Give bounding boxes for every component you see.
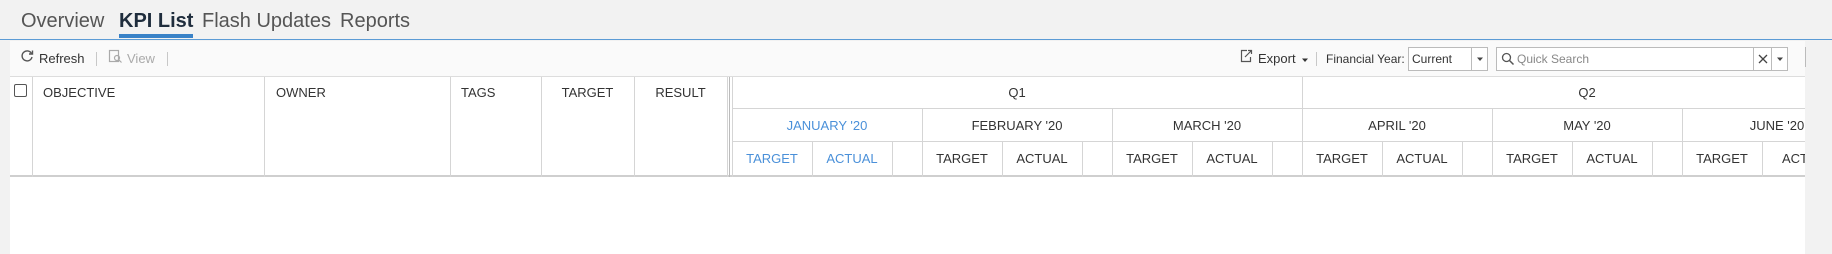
subcolumn-actual[interactable]: ACTUAL [1192,151,1272,166]
row-divider [732,108,1805,109]
caret-down-icon [1301,49,1309,69]
search-input[interactable] [1517,49,1717,69]
subcolumn-actual[interactable]: ACTUAL [812,151,892,166]
month-header-january: JANUARY '20 [786,118,868,133]
financial-year-select[interactable]: Current [1408,47,1488,71]
month-header-march: MARCH '20 [1172,118,1242,133]
toolbar-divider [1316,52,1317,66]
column-divider [892,141,893,177]
month-header-april: APRIL '20 [1368,118,1426,133]
tab-overview[interactable]: Overview [21,8,104,38]
gutter-divider [1805,47,1806,67]
toolbar-divider [96,52,97,66]
column-divider [1082,141,1083,177]
subcolumn-actual[interactable]: ACTUAL [1782,151,1805,166]
column-divider [1272,141,1273,177]
quarter-header-q1: Q1 [1008,85,1026,100]
view-button[interactable]: View [108,49,155,69]
right-gutter [1805,41,1832,254]
month-header-may: MAY '20 [1563,118,1611,133]
subcolumn-actual[interactable]: ACTUAL [1382,151,1462,166]
search-icon [1501,52,1515,71]
column-divider [1462,141,1463,177]
subcolumn-actual[interactable]: ACTUAL [1002,151,1082,166]
kpi-grid: OBJECTIVE OWNER TAGS TARGET RESULT Q1 Q2… [10,77,1805,254]
column-divider [1652,141,1653,177]
column-header-target[interactable]: TARGET [541,85,634,100]
column-divider [1762,141,1763,177]
financial-year-value: Current [1412,52,1453,66]
tab-flash-updates[interactable]: Flash Updates [202,8,331,38]
refresh-icon [20,49,34,69]
month-header-june: JUNE '20 [1749,118,1805,133]
subcolumn-target[interactable]: TARGET [1112,151,1192,166]
quick-search-box [1496,47,1788,71]
subcolumn-target[interactable]: TARGET [1302,151,1382,166]
view-icon [108,49,122,69]
tab-kpi-list[interactable]: KPI List [119,8,194,38]
column-divider [32,77,33,177]
column-divider [264,77,265,177]
refresh-label: Refresh [39,51,85,66]
view-label: View [127,51,155,66]
column-divider [450,77,451,177]
subcolumn-actual[interactable]: ACTUAL [1572,151,1652,166]
clear-search-icon[interactable] [1753,48,1771,70]
select-all-checkbox[interactable] [14,84,27,97]
frozen-divider [729,77,730,177]
column-header-objective[interactable]: OBJECTIVE [43,85,115,100]
tab-bar: Overview KPI List Flash Updates Reports [0,0,1832,40]
refresh-button[interactable]: Refresh [20,49,85,69]
export-button[interactable]: Export [1239,49,1309,69]
grid-header: OBJECTIVE OWNER TAGS TARGET RESULT Q1 Q2… [10,77,1805,177]
subcolumn-target[interactable]: TARGET [732,151,812,166]
month-header-february: FEBRUARY '20 [971,118,1063,133]
column-header-tags[interactable]: TAGS [461,85,495,100]
export-label: Export [1258,51,1296,66]
tab-reports[interactable]: Reports [340,8,410,38]
financial-year-label: Financial Year: [1326,52,1405,66]
column-header-result[interactable]: RESULT [634,85,727,100]
quarter-header-q2: Q2 [1578,85,1596,100]
chevron-down-icon[interactable] [1471,48,1487,70]
subcolumn-target[interactable]: TARGET [1682,151,1762,166]
subcolumn-target[interactable]: TARGET [922,151,1002,166]
subcolumn-target[interactable]: TARGET [1492,151,1572,166]
toolbar: Refresh View Export Financial Year: Curr… [10,41,1805,77]
search-options-icon[interactable] [1771,48,1787,70]
export-icon [1239,49,1253,69]
toolbar-divider [167,52,168,66]
column-divider [727,77,728,177]
column-header-owner[interactable]: OWNER [276,85,326,100]
